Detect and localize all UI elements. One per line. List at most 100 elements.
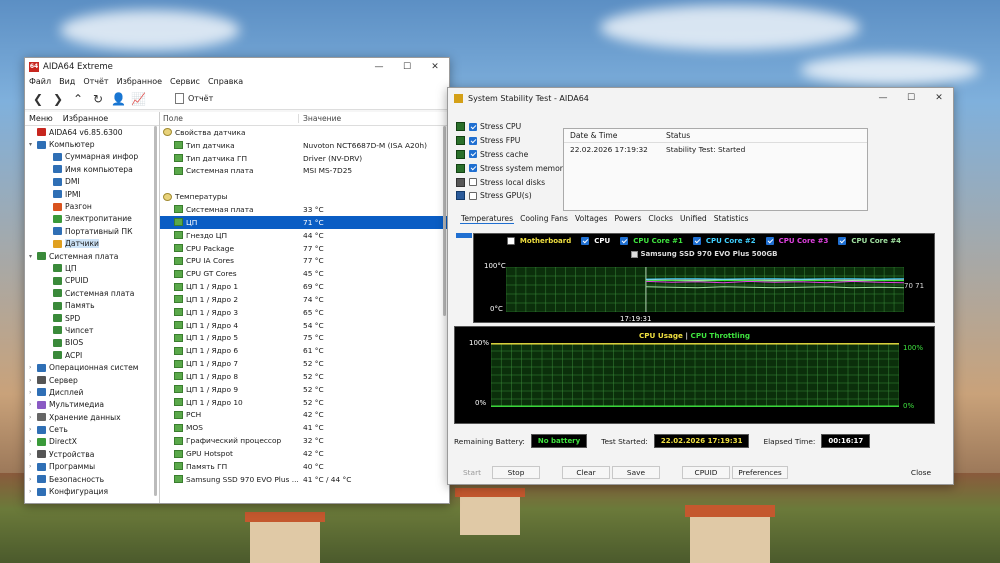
- tree-item[interactable]: AIDA64 v6.85.6300: [25, 126, 159, 138]
- tree-item[interactable]: ▾ Системная плата: [25, 250, 159, 262]
- sensor-row[interactable]: ЦП 1 / Ядро 8 52 °C: [160, 370, 449, 383]
- minimize-button[interactable]: —: [365, 62, 393, 72]
- preferences-button[interactable]: Preferences: [732, 466, 788, 479]
- legend-item[interactable]: CPU Core #3: [765, 237, 828, 245]
- tab-clocks[interactable]: Clocks: [647, 214, 674, 224]
- stability-test-window[interactable]: System Stability Test - AIDA64 — ☐ ✕ Str…: [447, 87, 954, 485]
- back-icon[interactable]: ❮: [31, 92, 45, 106]
- tab-unified[interactable]: Unified: [679, 214, 708, 224]
- tab-cooling-fans[interactable]: Cooling Fans: [519, 214, 569, 224]
- stress-gpu-option[interactable]: Stress GPU(s): [456, 189, 568, 203]
- menu-view[interactable]: Вид: [59, 77, 75, 86]
- tab-menu[interactable]: Меню: [29, 114, 53, 123]
- tree-item[interactable]: › Операционная систем: [25, 361, 159, 373]
- tree-item[interactable]: IPMI: [25, 188, 159, 200]
- tree-item[interactable]: › Сервер: [25, 374, 159, 386]
- sensor-row[interactable]: ЦП 1 / Ядро 7 52 °C: [160, 357, 449, 370]
- stop-button[interactable]: Stop: [492, 466, 540, 479]
- stress-disks-option[interactable]: Stress local disks: [456, 175, 568, 189]
- tree-item[interactable]: BIOS: [25, 337, 159, 349]
- start-button[interactable]: Start: [454, 466, 490, 479]
- navigation-tree[interactable]: AIDA64 v6.85.6300 ▾ Компьютер Суммарная инф…: [25, 126, 159, 498]
- aida64-window[interactable]: 64 AIDA64 Extreme — ☐ ✕ Файл Вид Отчёт И…: [24, 57, 450, 504]
- tree-item[interactable]: Датчики: [25, 238, 159, 250]
- tree-item[interactable]: ACPI: [25, 349, 159, 361]
- tree-item[interactable]: Разгон: [25, 200, 159, 212]
- expand-arrow-icon[interactable]: ›: [29, 463, 37, 470]
- sensor-row[interactable]: Samsung SSD 970 EVO Plus ... 41 °C / 44 °…: [160, 473, 449, 486]
- ssd-legend-checkbox[interactable]: [630, 250, 638, 258]
- legend-checkbox[interactable]: [581, 237, 590, 245]
- expand-arrow-icon[interactable]: ›: [29, 364, 37, 371]
- tree-item[interactable]: › Мультимедиа: [25, 399, 159, 411]
- sensor-row[interactable]: GPU Hotspot 42 °C: [160, 447, 449, 460]
- user-icon[interactable]: 👤: [111, 92, 126, 106]
- tree-item[interactable]: DMI: [25, 176, 159, 188]
- tree-item[interactable]: Портативный ПК: [25, 225, 159, 237]
- sensor-row[interactable]: ЦП 1 / Ядро 4 54 °C: [160, 319, 449, 332]
- tree-item[interactable]: Системная плата: [25, 287, 159, 299]
- stress-fpu-option[interactable]: Stress FPU: [456, 134, 568, 148]
- tree-item[interactable]: › Программы: [25, 461, 159, 473]
- sensor-row[interactable]: ЦП 1 / Ядро 5 75 °C: [160, 332, 449, 345]
- stress-disks-checkbox[interactable]: [469, 178, 477, 187]
- legend-checkbox[interactable]: [506, 237, 515, 245]
- stress-gpu-checkbox[interactable]: [469, 191, 477, 200]
- menu-report[interactable]: Отчёт: [83, 77, 108, 86]
- expand-arrow-icon[interactable]: ›: [29, 476, 37, 483]
- tree-scrollbar[interactable]: [154, 126, 157, 496]
- sensor-row[interactable]: Графический процессор 32 °C: [160, 434, 449, 447]
- tab-favorites[interactable]: Избранное: [63, 114, 108, 123]
- sensor-row[interactable]: ЦП 1 / Ядро 10 52 °C: [160, 396, 449, 409]
- legend-checkbox[interactable]: [838, 237, 847, 245]
- status-log[interactable]: Date & Time Status 22.02.2026 17:19:32 S…: [563, 128, 868, 211]
- sensor-row[interactable]: Тип датчика Nuvoton NCT6687D-M (ISA A20h): [160, 139, 449, 152]
- menu-favorites[interactable]: Избранное: [117, 77, 162, 86]
- cpuid-button[interactable]: CPUID: [682, 466, 730, 479]
- tree-item[interactable]: Суммарная инфор: [25, 151, 159, 163]
- tree-item[interactable]: Память: [25, 299, 159, 311]
- sensor-row[interactable]: Память ГП 40 °C: [160, 460, 449, 473]
- close-button[interactable]: ✕: [925, 93, 953, 103]
- expand-arrow-icon[interactable]: ▾: [29, 253, 37, 260]
- legend-checkbox[interactable]: [765, 237, 774, 245]
- sensor-row[interactable]: ЦП 1 / Ядро 3 65 °C: [160, 306, 449, 319]
- expand-arrow-icon[interactable]: ›: [29, 438, 37, 445]
- sensor-row[interactable]: Системная плата 33 °C: [160, 203, 449, 216]
- stress-cpu-checkbox[interactable]: [469, 122, 477, 131]
- ssd-legend-item[interactable]: Samsung SSD 970 EVO Plus 500GB: [474, 250, 934, 258]
- sensor-group-row[interactable]: Свойства датчика: [160, 126, 449, 139]
- expand-arrow-icon[interactable]: ›: [29, 488, 37, 495]
- save-button[interactable]: Save: [612, 466, 660, 479]
- tab-powers[interactable]: Powers: [613, 214, 642, 224]
- expand-arrow-icon[interactable]: ›: [29, 389, 37, 396]
- tree-item[interactable]: ▾ Компьютер: [25, 138, 159, 150]
- stress-memory-checkbox[interactable]: [469, 164, 477, 173]
- sensor-row[interactable]: [160, 177, 449, 190]
- stress-cache-option[interactable]: Stress cache: [456, 148, 568, 162]
- legend-item[interactable]: CPU Core #1: [620, 237, 683, 245]
- legend-checkbox[interactable]: [692, 237, 701, 245]
- column-field[interactable]: Поле: [160, 114, 299, 123]
- stress-cache-checkbox[interactable]: [469, 150, 477, 159]
- sensor-row[interactable]: ЦП 1 / Ядро 1 69 °C: [160, 280, 449, 293]
- legend-item[interactable]: CPU: [581, 237, 610, 245]
- sensor-row[interactable]: Системная плата MSI MS-7D25: [160, 165, 449, 178]
- chart-icon[interactable]: 📈: [131, 92, 146, 106]
- sensor-row[interactable]: ЦП 1 / Ядро 9 52 °C: [160, 383, 449, 396]
- tree-item[interactable]: › Конфигурация: [25, 485, 159, 497]
- stress-memory-option[interactable]: Stress system memory: [456, 161, 568, 175]
- tree-item[interactable]: CPUID: [25, 275, 159, 287]
- tree-item[interactable]: › Сеть: [25, 423, 159, 435]
- expand-arrow-icon[interactable]: ▾: [29, 141, 37, 148]
- tree-item[interactable]: Чипсет: [25, 324, 159, 336]
- menu-help[interactable]: Справка: [208, 77, 243, 86]
- sensor-row[interactable]: MOS 41 °C: [160, 421, 449, 434]
- sensor-group-row[interactable]: Температуры: [160, 190, 449, 203]
- stress-fpu-checkbox[interactable]: [469, 136, 477, 145]
- expand-arrow-icon[interactable]: ›: [29, 451, 37, 458]
- window-titlebar[interactable]: 64 AIDA64 Extreme — ☐ ✕: [25, 58, 449, 75]
- report-button[interactable]: Отчёт: [175, 93, 213, 104]
- menu-file[interactable]: Файл: [29, 77, 51, 86]
- tree-item[interactable]: › Хранение данных: [25, 411, 159, 423]
